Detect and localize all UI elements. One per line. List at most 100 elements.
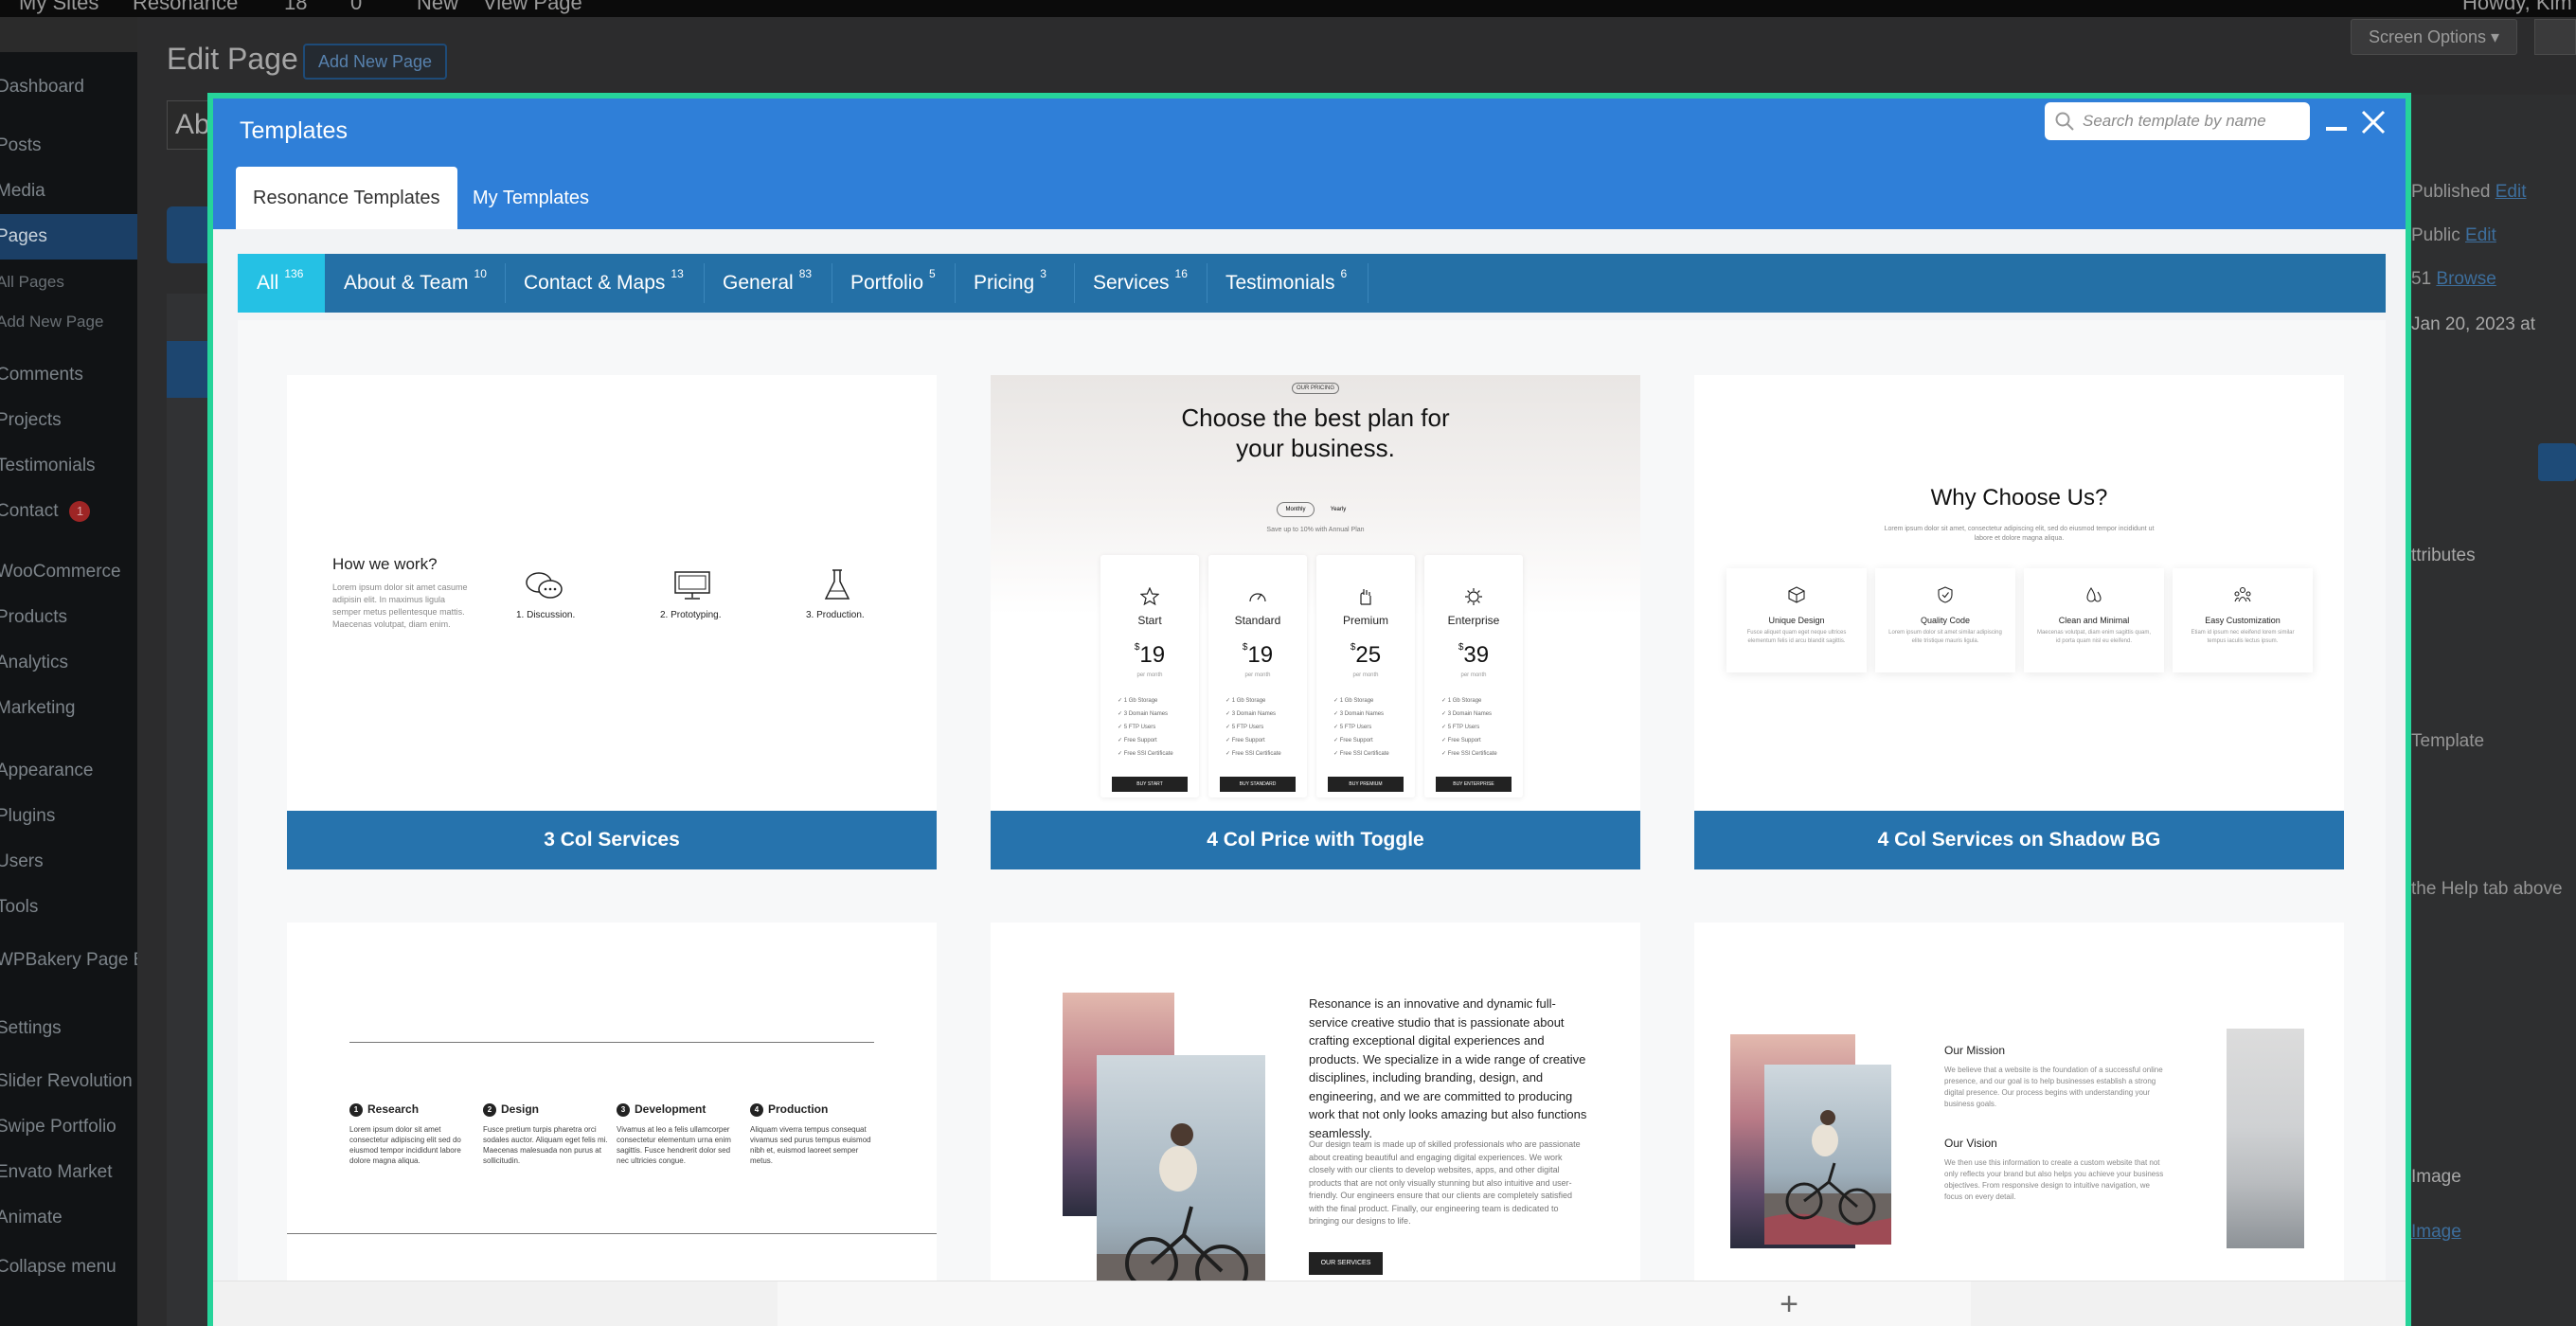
cube-icon	[1788, 586, 1805, 603]
plan-price-value: 19	[1139, 642, 1166, 668]
preview-heading-line2: your business.	[1236, 434, 1395, 462]
template-card-4-col-price-toggle[interactable]: OUR PRICING Choose the best plan for you…	[991, 375, 1640, 869]
process-step-title-text: Research	[367, 1102, 420, 1116]
admin-bar-view-page[interactable]: View Page	[483, 0, 582, 15]
sidebar-item-label: Pages	[0, 226, 47, 246]
sidebar-item[interactable]: WooCommerce	[0, 549, 137, 595]
sidebar-item-label: Collapse menu	[0, 1257, 116, 1277]
sidebar-item[interactable]: All Pages	[0, 265, 137, 299]
revisions-browse-link[interactable]: Browse	[2436, 269, 2496, 289]
sidebar-item[interactable]: Slider Revolution	[0, 1059, 137, 1104]
category-count: 16	[1174, 267, 1188, 280]
plan-name: Premium	[1342, 614, 1388, 627]
plan-feature: ✓ 5 FTP Users	[1333, 725, 1372, 730]
template-card-4-col-process[interactable]: 1 Research Lorem ipsum dolor sit amet con…	[287, 923, 937, 1326]
add-section-plus-icon[interactable]: +	[1770, 1285, 1808, 1323]
category-services[interactable]: Services 16	[1074, 254, 1207, 313]
process-step-number: 3	[617, 1103, 630, 1117]
process-step-title: 2 Design	[483, 1102, 610, 1117]
help-tab-button[interactable]	[2534, 19, 2576, 55]
admin-bar-comments[interactable]: 0	[350, 0, 362, 15]
plan-feature: ✓ 5 FTP Users	[1118, 725, 1156, 730]
tab-resonance-templates[interactable]: Resonance Templates	[236, 167, 457, 229]
category-portfolio[interactable]: Portfolio 5	[832, 254, 955, 313]
preview-mission-text: We believe that a website is the foundat…	[1944, 1066, 2163, 1108]
template-preview: How we work? Lorem ipsum dolor sit amet …	[287, 375, 937, 811]
plan-price: $25	[1350, 642, 1382, 668]
template-card-about-with-images[interactable]: Resonance is an innovative and dynamic f…	[991, 923, 1640, 1326]
sidebar-item[interactable]: Products	[0, 595, 137, 640]
admin-bar-site-name[interactable]: Resonance	[133, 0, 238, 15]
plan-per-month: per month	[1352, 672, 1379, 678]
process-step: 2 Design Fusce pretium turpis pharetra or…	[483, 1102, 610, 1166]
admin-bar-updates[interactable]: 18	[284, 0, 307, 15]
update-button[interactable]	[2538, 443, 2576, 481]
sidebar-item[interactable]: Pages	[0, 214, 137, 260]
sidebar-item-label: Plugins	[0, 806, 56, 826]
sidebar-item[interactable]: Marketing	[0, 686, 137, 731]
admin-bar-new[interactable]: New	[417, 0, 458, 15]
sidebar-item[interactable]: WPBakery Page Builder	[0, 938, 137, 983]
template-card-3-col-services[interactable]: How we work? Lorem ipsum dolor sit amet …	[287, 375, 937, 869]
sidebar-item-label: Add New Page	[0, 313, 104, 331]
sidebar-item[interactable]: Posts	[0, 123, 137, 169]
sidebar-item-label: Contact	[0, 501, 59, 521]
template-preview: 1 Research Lorem ipsum dolor sit amet con…	[287, 923, 937, 1326]
sidebar-item[interactable]: Tools	[0, 885, 137, 930]
feature-text: Free SSl Certificate	[1339, 751, 1389, 757]
sidebar-item[interactable]: Appearance	[0, 748, 137, 794]
sidebar-item[interactable]: Testimonials	[0, 443, 137, 489]
process-step: 4 Production Aliquam viverra tempus conse…	[750, 1102, 877, 1166]
visibility-edit-link[interactable]: Edit	[2465, 225, 2496, 245]
sidebar-item[interactable]: Dashboard	[0, 64, 137, 110]
sidebar-item[interactable]: Projects	[0, 398, 137, 443]
preview-mission-title: Our Mission	[1944, 1044, 2006, 1057]
category-contact-maps[interactable]: Contact & Maps 13	[505, 254, 704, 313]
category-label: Contact & Maps	[524, 272, 666, 294]
admin-bar-howdy[interactable]: Howdy, Kim	[2462, 0, 2572, 15]
plan-feature: ✓ Free Support	[1118, 738, 1157, 744]
sidebar-item[interactable]: Swipe Portfolio	[0, 1104, 137, 1150]
sidebar-item[interactable]: Analytics	[0, 640, 137, 686]
sidebar-item[interactable]: Comments	[0, 352, 137, 398]
shield-check-icon	[1938, 586, 1953, 603]
category-about-team[interactable]: About & Team 10	[325, 254, 505, 313]
service-box: Clean and Minimal Maecenas volutpat, dia…	[2024, 568, 2164, 672]
flask-icon	[824, 569, 850, 600]
category-general[interactable]: General 83	[704, 254, 832, 313]
drops-icon	[2086, 587, 2102, 602]
feature-text: 1 Gb Storage	[1447, 698, 1482, 704]
template-card-4-col-services-shadow[interactable]: Why Choose Us? Lorem ipsum dolor sit ame…	[1694, 375, 2344, 869]
wp-admin-sidebar: Dashboard Posts Media Pages All Pages Add New…	[0, 52, 137, 1326]
add-new-page-button[interactable]: Add New Page	[303, 44, 447, 80]
process-step-title-text: Production	[768, 1102, 829, 1116]
category-all[interactable]: All 136	[238, 254, 325, 313]
close-icon[interactable]	[2359, 108, 2388, 136]
tab-my-templates[interactable]: My Templates	[456, 167, 606, 229]
sidebar-item[interactable]: Add New Page	[0, 305, 137, 339]
sidebar-item[interactable]: Animate	[0, 1195, 137, 1241]
sidebar-item[interactable]: Media	[0, 169, 137, 214]
template-card-mission-vision[interactable]: Our Mission We believe that a website is…	[1694, 923, 2344, 1326]
status-edit-link[interactable]: Edit	[2496, 182, 2527, 202]
sidebar-item[interactable]: Envato Market	[0, 1150, 137, 1195]
admin-bar-my-sites[interactable]: My Sites	[19, 0, 98, 15]
feature-text: 1 Gb Storage	[1231, 698, 1266, 704]
sidebar-item-label: Testimonials	[0, 456, 96, 475]
sidebar-item[interactable]: Collapse menu	[0, 1245, 137, 1290]
sidebar-item[interactable]: Settings	[0, 1006, 137, 1051]
template-search-input[interactable]	[2083, 102, 2304, 140]
sidebar-item[interactable]: Contact 1	[0, 489, 137, 534]
plan-feature: ✓ Free SSl Certificate	[1441, 751, 1497, 757]
category-testimonials[interactable]: Testimonials 6	[1207, 254, 1368, 313]
process-step: 1 Research Lorem ipsum dolor sit amet con…	[349, 1102, 476, 1166]
sidebar-item-label: Settings	[0, 1018, 62, 1038]
sidebar-item[interactable]: Plugins	[0, 794, 137, 839]
sidebar-item[interactable]: Users	[0, 839, 137, 885]
preview-item-3: 3. Production.	[806, 610, 865, 620]
set-featured-image-link[interactable]: Image	[2411, 1222, 2461, 1242]
category-pricing[interactable]: Pricing 3	[955, 254, 1074, 313]
minimize-icon[interactable]	[2326, 127, 2347, 131]
screen-options-button[interactable]: Screen Options ▾	[2351, 19, 2517, 55]
feature-text: 1 Gb Storage	[1339, 698, 1374, 704]
